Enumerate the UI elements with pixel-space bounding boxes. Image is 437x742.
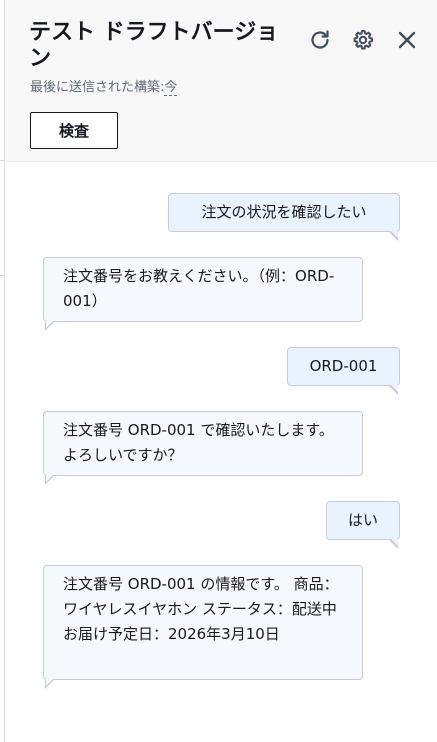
refresh-icon (311, 30, 329, 49)
refresh-button[interactable] (306, 26, 334, 54)
bubble-tail (45, 679, 54, 689)
bot-message: 注文番号をお教えください。（例：ORD-001） (43, 257, 363, 322)
bot-message: 注文番号 ORD-001 で確認いたします。よろしいですか？ (43, 411, 363, 476)
test-panel: テスト ドラフトバージョン 最後に送信された構築:今 検査 注文の状況を確認した… (4, 0, 437, 742)
settings-icon (353, 29, 373, 50)
last-build-value[interactable]: 今 (164, 80, 178, 96)
panel-title: テスト ドラフトバージョン (29, 20, 279, 71)
settings-button[interactable] (349, 26, 377, 54)
bubble-tail (45, 321, 54, 331)
bubble-tail (389, 539, 398, 549)
panel-header: テスト ドラフトバージョン 最後に送信された構築:今 検査 (5, 0, 437, 162)
bot-message: 注文番号 ORD-001 の情報です。 商品：ワイヤレスイヤホン ステータス：配… (43, 565, 363, 680)
bubble-tail (389, 385, 398, 395)
inspect-button[interactable]: 検査 (30, 112, 118, 149)
last-build-info: 最後に送信された構築:今 (30, 79, 178, 97)
close-icon (398, 31, 416, 49)
chat-transcript: 注文の状況を確認したい 注文番号をお教えください。（例：ORD-001） ORD… (5, 163, 437, 742)
user-message: はい (326, 501, 400, 540)
last-build-label: 最後に送信された構築: (30, 80, 165, 95)
close-button[interactable] (393, 26, 421, 54)
bubble-tail (45, 475, 54, 485)
bubble-tail (389, 231, 398, 241)
user-message: ORD-001 (287, 347, 400, 386)
user-message: 注文の状況を確認したい (168, 193, 400, 232)
